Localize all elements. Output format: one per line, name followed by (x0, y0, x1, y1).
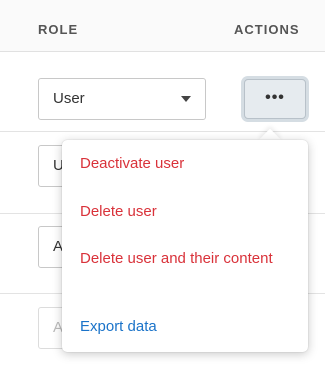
menu-item-delete-user-and-content[interactable]: Delete user and their content (80, 249, 280, 268)
actions-column-header: ACTIONS (234, 22, 300, 37)
role-column-header: ROLE (38, 22, 79, 37)
menu-item-delete-user[interactable]: Delete user (80, 202, 157, 221)
more-actions-button[interactable]: ••• (244, 79, 306, 119)
role-select-value: User (53, 90, 85, 107)
menu-item-deactivate-user[interactable]: Deactivate user (80, 154, 184, 173)
actions-menu: Deactivate user Delete user Delete user … (62, 140, 308, 352)
row-divider (0, 131, 325, 132)
chevron-down-icon (181, 96, 191, 102)
table-header: ROLE ACTIONS (0, 0, 325, 52)
role-select[interactable]: User (38, 78, 206, 120)
menu-item-export-data[interactable]: Export data (80, 317, 157, 336)
ellipsis-icon: ••• (265, 89, 285, 106)
